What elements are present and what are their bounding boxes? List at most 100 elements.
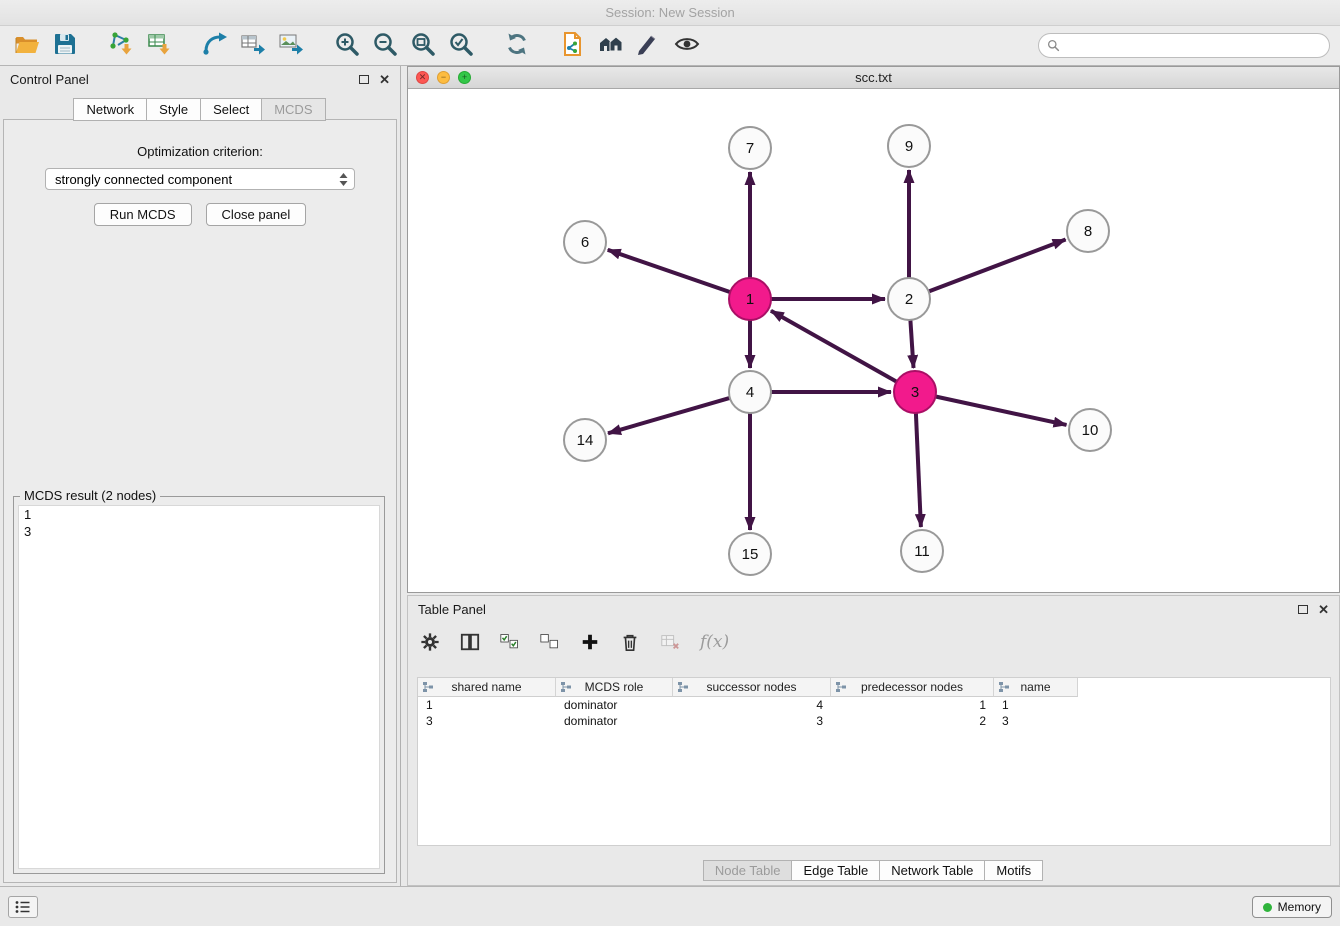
export-table-button[interactable] <box>234 30 272 62</box>
function-builder-button[interactable]: f(x) <box>700 628 729 656</box>
tab-style[interactable]: Style <box>146 98 201 121</box>
save-session-button[interactable] <box>46 30 84 62</box>
node-14[interactable]: 14 <box>564 419 606 461</box>
tab-motifs[interactable]: Motifs <box>984 860 1043 881</box>
table-cell: 1 <box>831 698 994 712</box>
annotation-button[interactable] <box>630 30 668 62</box>
node-15[interactable]: 15 <box>729 533 771 575</box>
export-image-button[interactable] <box>272 30 310 62</box>
node-label: 2 <box>905 291 913 308</box>
node-7[interactable]: 7 <box>729 127 771 169</box>
application-window: Session: New Session Control Panel ✕ Net… <box>0 0 1340 926</box>
node-3[interactable]: 3 <box>894 371 936 413</box>
tab-network[interactable]: Network <box>73 98 147 121</box>
optimization-criterion-select[interactable]: strongly connected component <box>45 168 355 190</box>
select-all-button[interactable] <box>500 628 520 656</box>
import-network-file-button[interactable] <box>102 30 140 62</box>
tab-network-table[interactable]: Network Table <box>879 860 985 881</box>
node-4[interactable]: 4 <box>729 371 771 413</box>
tab-select[interactable]: Select <box>200 98 262 121</box>
window-titlebar[interactable]: Session: New Session <box>0 0 1340 26</box>
import-table-file-button[interactable] <box>140 30 178 62</box>
show-hide-button[interactable] <box>668 30 706 62</box>
node-label: 3 <box>911 384 919 401</box>
delete-column-icon <box>620 632 640 652</box>
column-header-mcds-role[interactable]: MCDS role <box>556 678 673 697</box>
zoom-out-button[interactable] <box>366 30 404 62</box>
column-header-name[interactable]: name <box>994 678 1078 697</box>
new-network-from-selection-button[interactable] <box>554 30 592 62</box>
open-file-button[interactable] <box>8 30 46 62</box>
network-window-titlebar[interactable]: ✕ − + scc.txt <box>408 67 1339 89</box>
column-header-shared-name[interactable]: shared name <box>418 678 556 697</box>
annotation-icon <box>636 31 662 60</box>
table-panel-header: Table Panel ✕ <box>408 596 1339 622</box>
close-table-panel-icon[interactable]: ✕ <box>1318 603 1329 616</box>
add-column-icon <box>580 632 600 652</box>
show-panels-button[interactable] <box>8 896 38 918</box>
zoom-fit-icon <box>410 31 436 60</box>
zoom-selected-button[interactable] <box>442 30 480 62</box>
show-hide-icon <box>674 31 700 60</box>
minimize-window-icon[interactable]: − <box>437 71 450 84</box>
float-panel-icon[interactable] <box>359 75 369 84</box>
node-6[interactable]: 6 <box>564 221 606 263</box>
deselect-all-button[interactable] <box>540 628 560 656</box>
node-9[interactable]: 9 <box>888 125 930 167</box>
node-11[interactable]: 11 <box>901 530 943 572</box>
mcds-panel-body: Optimization criterion: strongly connect… <box>3 119 397 883</box>
close-panel-icon[interactable]: ✕ <box>379 73 390 86</box>
network-canvas[interactable]: 7 9 6 8 1 2 4 3 14 10 15 11 <box>408 90 1339 592</box>
table-panel-title: Table Panel <box>418 602 486 617</box>
tab-mcds[interactable]: MCDS <box>261 98 325 121</box>
attribute-icon <box>998 681 1010 696</box>
add-column-button[interactable] <box>580 628 600 656</box>
tab-edge-table[interactable]: Edge Table <box>791 860 880 881</box>
memory-button[interactable]: Memory <box>1252 896 1332 918</box>
table-panel-tabs: Node TableEdge TableNetwork TableMotifs <box>408 860 1339 881</box>
toolbar-separator <box>536 45 554 46</box>
node-8[interactable]: 8 <box>1067 210 1109 252</box>
search-input[interactable] <box>1065 34 1329 57</box>
memory-button-label: Memory <box>1278 900 1321 914</box>
table-row[interactable]: 3dominator323 <box>418 713 1330 729</box>
attribute-icon <box>835 681 847 696</box>
edge-4-14[interactable] <box>608 398 730 433</box>
network-window: ✕ − + scc.txt 7 9 6 8 1 2 4 3 14 10 15 11 <box>407 66 1340 593</box>
column-header-label: predecessor nodes <box>861 680 963 694</box>
mcds-result-list[interactable]: 13 <box>18 505 380 869</box>
first-neighbors-button[interactable] <box>592 30 630 62</box>
run-mcds-button[interactable]: Run MCDS <box>94 203 192 226</box>
table-row[interactable]: 1dominator411 <box>418 697 1330 713</box>
gear-button[interactable] <box>420 628 440 656</box>
table-cell: 3 <box>418 714 556 728</box>
column-header-predecessor-nodes[interactable]: predecessor nodes <box>831 678 994 697</box>
delete-column-button[interactable] <box>620 628 640 656</box>
edge-2-8[interactable] <box>929 240 1066 292</box>
close-panel-button[interactable]: Close panel <box>206 203 307 226</box>
columns-button[interactable] <box>460 628 480 656</box>
float-table-panel-icon[interactable] <box>1298 605 1308 614</box>
maximize-window-icon[interactable]: + <box>458 71 471 84</box>
node-2[interactable]: 2 <box>888 278 930 320</box>
node-1[interactable]: 1 <box>729 278 771 320</box>
close-window-icon[interactable]: ✕ <box>416 71 429 84</box>
optimization-criterion-value: strongly connected component <box>55 172 339 187</box>
tab-node-table[interactable]: Node Table <box>703 860 793 881</box>
export-network-button[interactable] <box>196 30 234 62</box>
edge-3-1[interactable] <box>771 311 897 382</box>
table-cell: 2 <box>831 714 994 728</box>
import-table-disabled-button[interactable] <box>660 628 680 656</box>
edge-1-6[interactable] <box>608 250 731 292</box>
edge-3-10[interactable] <box>936 397 1067 425</box>
edge-2-3[interactable] <box>910 320 913 368</box>
refresh-button[interactable] <box>498 30 536 62</box>
column-header-successor-nodes[interactable]: successor nodes <box>673 678 831 697</box>
edge-3-11[interactable] <box>916 413 921 527</box>
zoom-fit-button[interactable] <box>404 30 442 62</box>
node-10[interactable]: 10 <box>1069 409 1111 451</box>
node-label: 7 <box>746 140 754 157</box>
control-panel-tabs: NetworkStyleSelectMCDS <box>0 98 400 121</box>
toolbar-separator <box>310 45 328 46</box>
zoom-in-button[interactable] <box>328 30 366 62</box>
